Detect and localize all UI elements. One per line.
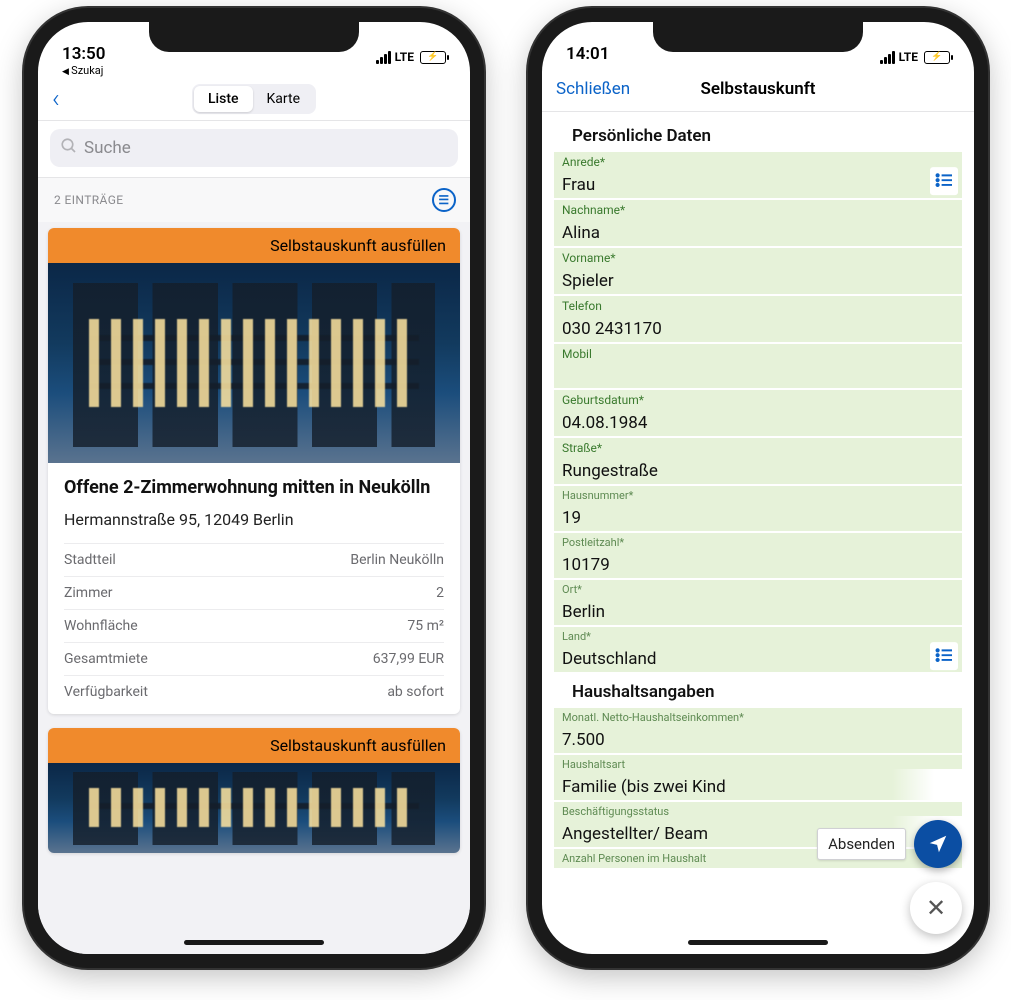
field-hausnummer[interactable]: Hausnummer* 19 [554,486,962,531]
field-plz[interactable]: Postleitzahl* 10179 [554,533,962,578]
filter-button[interactable]: ☰ [432,188,456,212]
field-geburtsdatum[interactable]: Geburtsdatum* 04.08.1984 [554,390,962,436]
banner-selbstauskunft[interactable]: Selbstauskunft ausfüllen [48,228,460,263]
listing-title: Offene 2-Zimmerwohnung mitten in Neuköll… [64,477,444,500]
banner-selbstauskunft[interactable]: Selbstauskunft ausfüllen [48,728,460,763]
search-wrap: Suche [38,121,470,178]
section-household-heading: Haushaltsangaben [554,674,962,708]
listing-card[interactable]: Selbstauskunft ausfüllen [48,728,460,853]
field-telefon[interactable]: Telefon 030 2431170 [554,296,962,342]
view-segmented: Liste Karte [192,84,316,114]
fab-close-button[interactable]: ✕ [910,882,962,934]
search-icon [60,137,78,160]
network-label: LTE [899,50,918,64]
prop-wohnflaeche: Wohnfläche75 m² [64,609,444,642]
field-mobil[interactable]: Mobil [554,344,962,388]
fab-send-label[interactable]: Absenden [817,828,906,860]
field-nachname[interactable]: Nachname* Alina [554,200,962,246]
home-indicator [184,940,324,945]
notch [149,18,359,52]
fade-overlay [892,769,962,800]
field-land[interactable]: Land* Deutschland [554,627,962,672]
field-vorname[interactable]: Vorname* Spieler [554,248,962,294]
listing-image [48,763,460,853]
battery-icon: ⚡ [924,51,950,64]
results-count: 2 EINTRÄGE [54,193,124,207]
page-title: Selbstauskunft [700,79,815,99]
prop-gesamtmiete: Gesamtmiete637,99 EUR [64,642,444,675]
signal-icon [376,51,391,64]
search-placeholder: Suche [84,138,131,158]
notch [653,18,863,52]
field-ort[interactable]: Ort* Berlin [554,580,962,625]
prop-verfuegbarkeit: Verfügbarkeitab sofort [64,675,444,708]
home-indicator [688,940,828,945]
form-area[interactable]: Persönliche Daten Anrede* Frau Nachname*… [542,112,974,954]
listing-card[interactable]: Selbstauskunft ausfüllen Offene 2-Zimmer… [48,228,460,714]
field-anrede[interactable]: Anrede* Frau [554,152,962,198]
field-einkommen[interactable]: Monatl. Netto-Haushaltseinkommen* 7.500 [554,708,962,753]
picker-icon[interactable] [930,167,958,195]
status-right: LTE ⚡ [376,50,446,64]
phone-right: 14:01 LTE ⚡ Schließen Selbstauskunft Per… [528,8,988,968]
status-time: 13:50 [62,44,105,64]
nav-bar: Schließen Selbstauskunft [542,66,974,112]
tab-karte[interactable]: Karte [253,86,315,112]
tab-liste[interactable]: Liste [194,86,253,112]
network-label: LTE [395,50,414,64]
search-input[interactable]: Suche [50,129,458,167]
results-list[interactable]: Selbstauskunft ausfüllen Offene 2-Zimmer… [38,222,470,966]
section-personal-heading: Persönliche Daten [554,118,962,152]
status-right: LTE ⚡ [880,50,950,64]
results-count-row: 2 EINTRÄGE ☰ [38,178,470,222]
battery-icon: ⚡ [420,51,446,64]
listing-address: Hermannstraße 95, 12049 Berlin [64,510,444,529]
fab-send-button[interactable] [914,820,962,868]
prop-zimmer: Zimmer2 [64,576,444,609]
listing-image [48,263,460,463]
field-strasse[interactable]: Straße* Rungestraße [554,438,962,484]
field-haushaltsart[interactable]: Haushaltsart Familie (bis zwei Kind [554,755,962,800]
phone-left: 13:50 LTE ⚡ Szukaj ‹ Liste Karte Suche 2… [24,8,484,968]
picker-icon[interactable] [930,642,958,670]
nav-bar: ‹ Liste Karte [38,77,470,121]
listing-body: Offene 2-Zimmerwohnung mitten in Neuköll… [48,463,460,714]
listing-properties: StadtteilBerlin Neukölln Zimmer2 Wohnflä… [64,543,444,708]
fab-send-row: Absenden [817,820,962,868]
back-button[interactable]: ‹ [52,84,60,114]
close-button[interactable]: Schließen [556,79,630,99]
signal-icon [880,51,895,64]
status-time: 14:01 [566,44,609,64]
prop-stadtteil: StadtteilBerlin Neukölln [64,543,444,576]
